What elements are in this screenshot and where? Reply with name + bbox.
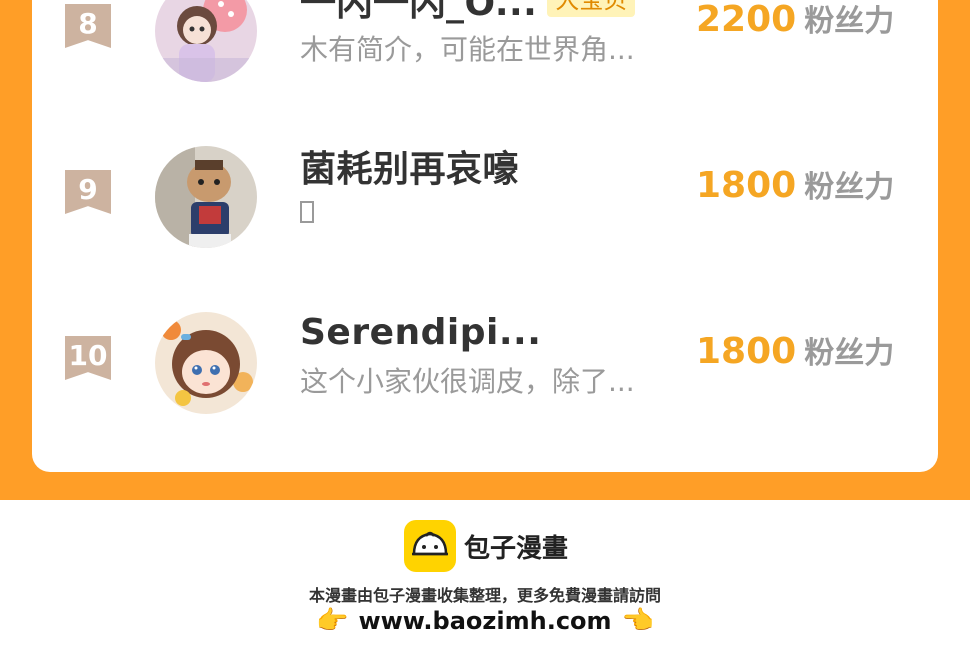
name-line: Serendipi... (300, 310, 541, 354)
fan-power-unit: 粉丝力 (804, 170, 895, 205)
pointing-hand-icon: 👈 (621, 606, 654, 636)
rank-ribbon: 8 (65, 4, 111, 48)
rank-ribbon: 10 (65, 336, 111, 380)
avatar[interactable] (155, 146, 257, 248)
ranking-row-9[interactable]: 9 菌耗别再哀嚎 1800 粉丝力 (32, 146, 938, 290)
avatar-cartoon-figure-icon (155, 146, 257, 248)
avatar[interactable] (155, 312, 257, 414)
user-description: 这个小家伙很调皮，除了... (300, 365, 635, 398)
fan-power-value: 1800 (696, 331, 797, 372)
footer-note: 本漫畫由包子漫畫收集整理，更多免費漫畫請訪問 (308, 586, 661, 605)
ranking-card: 8 一闪一闪_O... 大宝贝 木有简介，可能在世界角... 2200 粉丝力 9 (32, 0, 938, 472)
avatar[interactable] (155, 0, 257, 82)
avatar-chibi-girl-icon (155, 312, 257, 414)
fan-power-value: 2200 (696, 0, 797, 40)
user-badge: 大宝贝 (547, 0, 636, 17)
user-name[interactable]: 菌耗别再哀嚎 (300, 140, 519, 192)
missing-glyph-icon (300, 201, 314, 223)
ranking-row-10[interactable]: 10 Serendipi... 这个小家伙很调皮，除了... 1800 粉丝力 (32, 312, 938, 456)
name-line: 一闪一闪_O... 大宝贝 (300, 0, 636, 24)
fan-power-value: 1800 (696, 165, 797, 206)
rank-ribbon: 9 (65, 170, 111, 214)
fan-power: 1800 粉丝力 (696, 162, 894, 206)
pointing-hand-icon: 👉 (316, 606, 349, 636)
bun-logo-icon (404, 520, 456, 572)
avatar-girl-with-strawberry-balloon-icon (155, 0, 257, 82)
fan-power-unit: 粉丝力 (804, 4, 895, 39)
footer-brand: 包子漫畫 (464, 534, 569, 564)
user-name[interactable]: 一闪一闪_O... (300, 0, 537, 26)
site-url-link[interactable]: www.baozimh.com (358, 607, 611, 635)
ranking-row-8[interactable]: 8 一闪一闪_O... 大宝贝 木有简介，可能在世界角... 2200 粉丝力 (32, 0, 938, 124)
fan-power: 1800 粉丝力 (696, 328, 894, 372)
user-description: 木有简介，可能在世界角... (300, 33, 635, 66)
user-name[interactable]: Serendipi... (300, 312, 541, 353)
name-line: 菌耗别再哀嚎 (300, 144, 519, 190)
user-description (300, 194, 314, 227)
fan-power: 2200 粉丝力 (696, 0, 894, 40)
footer-url-line: 👉 www.baozimh.com 👈 (0, 604, 970, 638)
fan-power-unit: 粉丝力 (804, 336, 895, 371)
